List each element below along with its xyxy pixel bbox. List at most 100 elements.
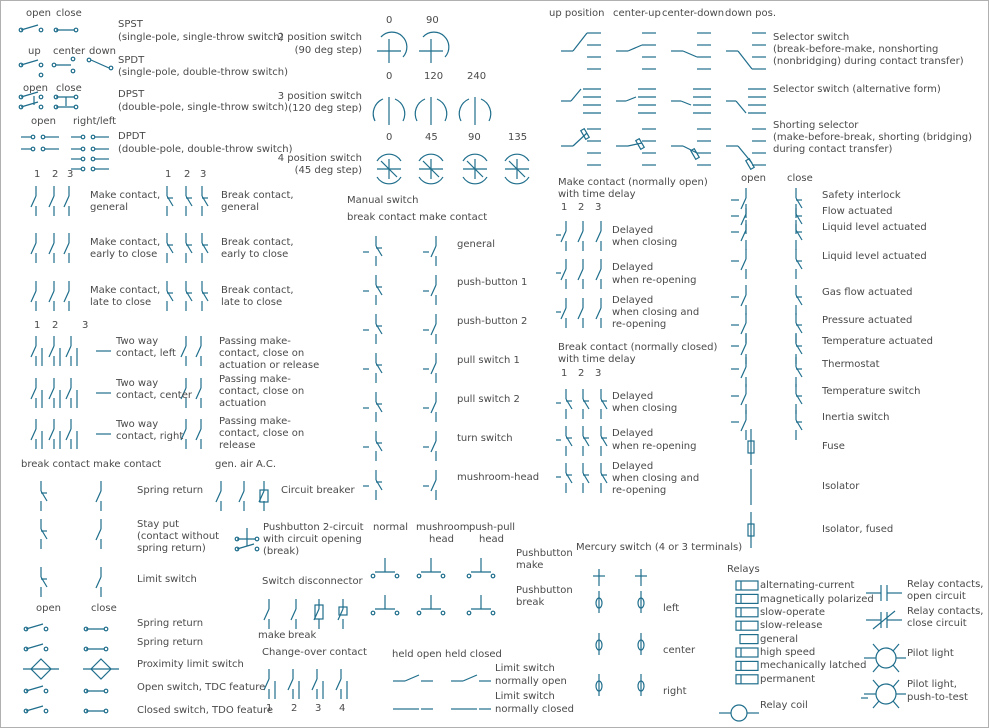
contact-blade [215,490,222,503]
switch-blade [25,643,44,650]
pushbutton-make-label: make [516,560,544,571]
terminal-dot [394,573,400,579]
pushbutton-cols-label: normal [373,522,409,533]
pushbutton-held-label: held closed [445,649,502,660]
contact-blade [335,678,342,691]
rotary-two-angles-label: 90 [426,15,439,26]
contact-blade [263,608,270,621]
contacts-two-way-left-label: contact, left [116,348,176,359]
breaker-circuit-breaker-label: Circuit breaker [281,485,355,496]
contacts-two-way-center-label: contact, center [116,390,192,401]
selector-blade [572,32,588,52]
timedelay-nums-label: 3 [595,368,602,379]
selector-blade [625,96,637,102]
contact-blade [740,258,747,271]
contacts-break-late-label: Break contact, [221,285,294,296]
spring-header-label: break contact make contact [21,459,162,470]
spring-list-label: Spring return [137,618,204,629]
timedelay-nums-label: 3 [595,202,602,213]
selector-selector-label: (nonbridging) during contact transfer) [773,56,964,67]
contact-blade [311,678,318,691]
basic-dpdt-states-label: open [31,116,56,127]
terminal-dot [38,72,44,78]
contacts-break-general-label: Break contact, [221,190,294,201]
switch-blade [90,59,110,69]
switch-blade [25,705,44,712]
manual-items-label: push-button 2 [457,316,528,327]
rotation-arrow [372,98,384,122]
selector-blade [735,100,747,114]
relays-items-label: mechanically latched [760,660,867,671]
contact-blade [740,393,747,406]
selector-blade [627,44,643,52]
rotary-four-angles-label: 0 [386,132,393,143]
basic-dpdt-states-label: right/left [73,116,117,127]
pushbutton-make-label: Pushbutton [516,548,573,559]
relays-items-label: alternating-current [760,580,855,591]
relays-contacts-open-label: Relay contacts, [907,579,984,590]
actuated-items-label: Flow actuated [822,206,893,217]
manual-header-label: break contact make contact [347,212,488,223]
contact-blade [740,419,747,432]
contact-blade [63,290,70,303]
actuated-items-label: Safety interlock [822,190,901,201]
light-ray [892,643,900,652]
contact-blade [577,307,584,320]
contact-blade [95,576,102,589]
contacts-break-late-label: late to close [221,297,283,308]
terminal-dot [466,610,472,616]
spring-stay-put-label: spring return) [137,543,206,554]
actuated-states-label: open [741,173,766,184]
light-ray [872,643,880,652]
terminal-dot [80,146,86,152]
relays-contacts-close-label: close circuit [907,618,967,629]
contact-blade [740,322,747,335]
terminal-dot [440,610,446,616]
contacts-make-late-label: late to close [90,297,152,308]
symbol-sheet: open close SPST (single-pole, single-throw … [0,0,989,728]
breaker-types-label: gen. [215,459,238,470]
selector-blade [737,50,753,70]
timedelay-closing-label: Delayed [612,391,654,402]
terminal-dot [416,610,422,616]
selector-positions-label: down pos. [725,8,777,19]
breaker-switch-disconnector-label: Switch disconnector [262,576,363,587]
manual-items-label: pull switch 2 [457,394,520,405]
contacts-passing2-label: contact, close on [219,386,305,397]
contacts-nums-label: 3 [82,320,89,331]
contacts-two-way-left-label: Two way [116,336,159,347]
rotary-two-label: (90 deg step) [294,45,362,56]
breaker-make-break-label: break [288,630,317,641]
contact-blade [430,323,437,336]
actuated-states-label: close [787,173,813,184]
selector-shorting-label: during contact transfer) [773,144,893,155]
contact-blade [48,242,55,255]
actuated-items-label: Isolator [822,481,860,492]
rotary-four-label: 4 position switch [277,153,362,164]
switch-blade [25,623,44,630]
terminal-dot [73,104,79,110]
relays-items-label: high speed [760,647,816,658]
selector-positions-label: center-down [662,8,725,19]
basic-spdt-states-label: center [53,46,86,57]
selector-blade [627,142,643,147]
terminal-dot [90,134,96,140]
contacts-two-way-right-label: contact, right [116,431,184,442]
light-ray [872,700,880,709]
basic-spst-label: SPST [118,19,143,30]
terminal-dot [38,62,44,68]
rotary-three-label: (120 deg step) [288,103,362,114]
contact-blade [577,230,584,243]
breaker-make-break-label: make [258,630,286,641]
basic-dpdt-label: DPDT [118,131,146,142]
basic-dpst-states-label: open [23,83,48,94]
actuated-items-label: Thermostat [822,359,880,370]
contact-blade [740,229,747,242]
timedelay-make-title-label: with time delay [558,189,636,200]
terminal-dot [43,646,49,652]
relays-items-label: magnetically polarized [760,594,874,605]
spring-stay-put-label: (contact without [137,531,220,542]
basic-spdt-label: (single-pole, double-throw switch) [118,67,289,78]
contact-blade [430,479,437,492]
contact-blade [740,197,747,210]
